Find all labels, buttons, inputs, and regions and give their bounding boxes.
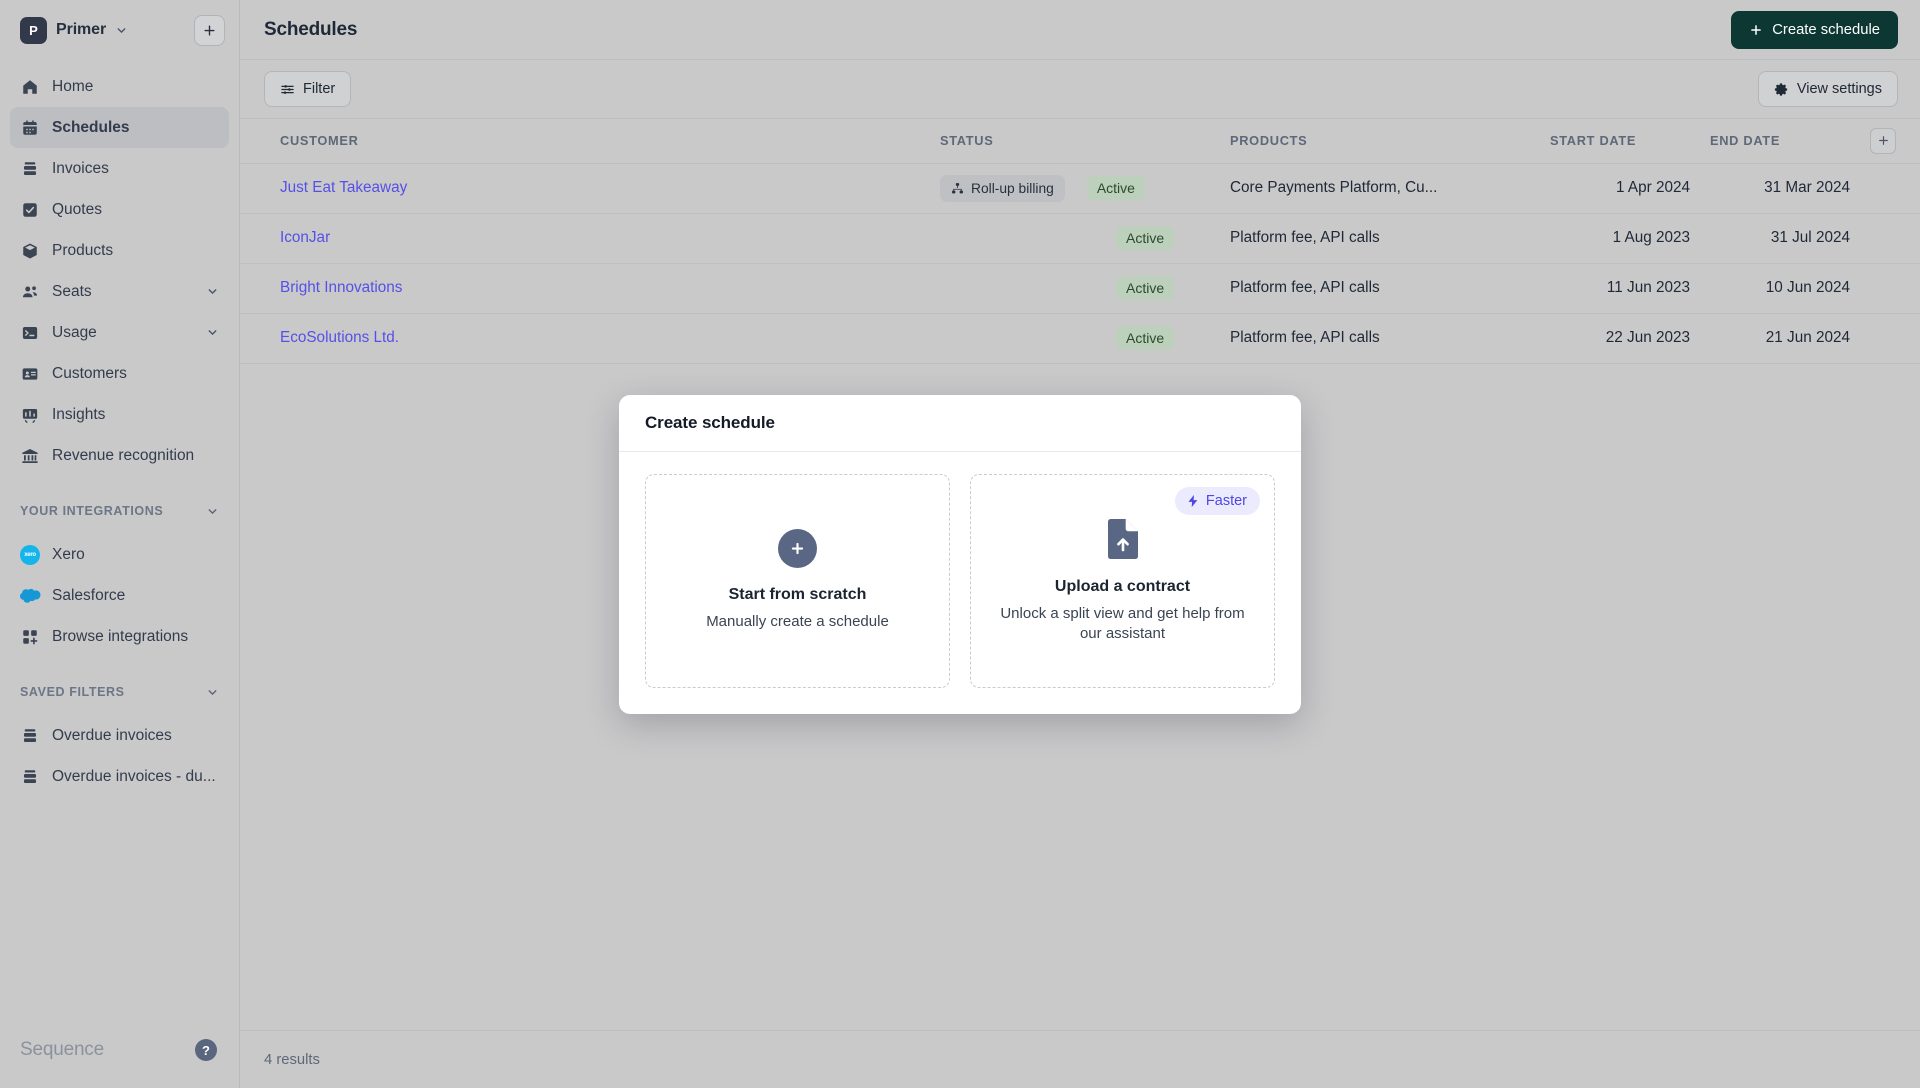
app-root: P Primer Home Schedules Invoices Quotes … [0, 0, 1920, 1088]
modal-title: Create schedule [645, 413, 775, 432]
circle-plus-icon [778, 529, 817, 569]
option-subtitle: Manually create a schedule [706, 613, 889, 631]
option-start-from-scratch[interactable]: Start from scratch Manually create a sch… [645, 474, 950, 688]
file-upload-icon [1106, 518, 1140, 560]
faster-badge: Faster [1174, 487, 1260, 515]
faster-badge-label: Faster [1205, 493, 1247, 509]
option-subtitle: Unlock a split view and get help from ou… [1000, 604, 1245, 642]
lightning-bolt-icon [1186, 494, 1200, 508]
option-title: Start from scratch [728, 586, 867, 604]
option-title: Upload a contract [1054, 577, 1191, 595]
modal-body: Start from scratch Manually create a sch… [619, 452, 1301, 714]
modal-header: Create schedule [619, 395, 1301, 452]
create-schedule-modal: Create schedule Start from scratch Manua… [619, 395, 1301, 714]
option-upload-a-contract[interactable]: Faster Upload a contract Unlock a split … [970, 474, 1275, 688]
